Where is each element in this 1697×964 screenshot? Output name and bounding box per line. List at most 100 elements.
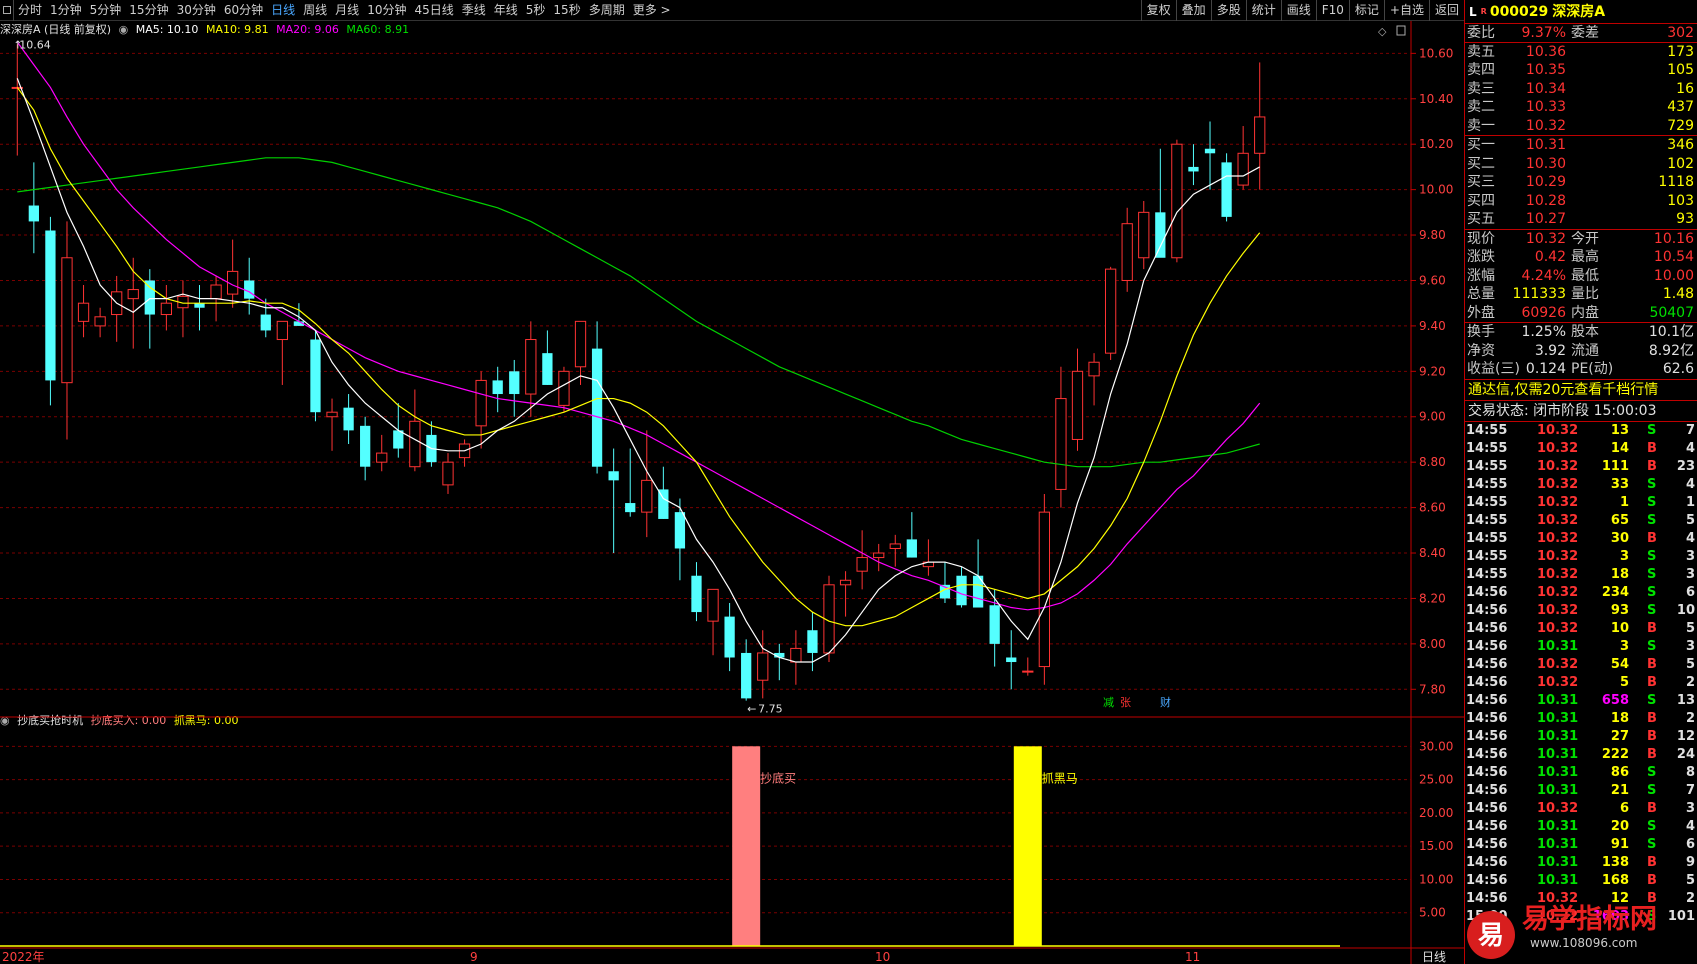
candle[interactable] <box>939 562 951 603</box>
signal-bar[interactable] <box>732 746 761 946</box>
period-tab[interactable]: 1分钟 <box>46 0 86 21</box>
candle[interactable] <box>591 321 603 474</box>
candle[interactable] <box>873 543 885 572</box>
bid-row[interactable]: 买二 10.30 102 <box>1465 155 1697 174</box>
candle[interactable] <box>111 275 123 342</box>
window-icon[interactable] <box>1396 25 1406 36</box>
candle[interactable] <box>1071 348 1084 451</box>
period-indicator[interactable]: 日线 <box>1422 950 1446 964</box>
candle[interactable] <box>227 239 239 308</box>
candle[interactable] <box>956 566 967 608</box>
candle[interactable] <box>28 162 39 254</box>
candle[interactable] <box>45 216 56 406</box>
period-tab[interactable]: 月线 <box>331 0 363 21</box>
candle[interactable] <box>77 285 90 338</box>
period-tab[interactable]: 45日线 <box>410 0 457 21</box>
candle[interactable] <box>922 539 935 576</box>
candle[interactable] <box>724 602 735 672</box>
candle[interactable] <box>475 371 487 449</box>
candle[interactable] <box>1221 153 1232 222</box>
candle[interactable] <box>558 366 570 413</box>
candle[interactable] <box>608 448 619 554</box>
tool-button[interactable]: 复权 <box>1140 0 1176 21</box>
candle[interactable] <box>741 639 752 701</box>
candle[interactable] <box>757 630 769 699</box>
tool-button[interactable]: F10 <box>1315 0 1349 21</box>
event-marker[interactable]: 财 <box>1160 695 1171 709</box>
candle[interactable] <box>1254 62 1266 190</box>
candle[interactable] <box>409 389 421 472</box>
candle[interactable] <box>442 453 454 494</box>
candle[interactable] <box>625 448 636 517</box>
candle[interactable] <box>1055 366 1067 508</box>
candle[interactable] <box>326 398 338 451</box>
candle[interactable] <box>1121 207 1133 292</box>
tool-button[interactable]: 叠加 <box>1175 0 1211 21</box>
candle[interactable] <box>707 588 719 656</box>
diamond-icon[interactable]: ◇ <box>1378 25 1387 38</box>
period-tab[interactable]: 30分钟 <box>173 0 220 21</box>
candle[interactable] <box>509 359 520 417</box>
candle[interactable] <box>839 571 852 617</box>
ask-row[interactable]: 卖三 10.34 16 <box>1465 80 1697 99</box>
candle[interactable] <box>1038 493 1050 685</box>
candle[interactable] <box>1171 139 1183 263</box>
period-tab[interactable]: 更多 > <box>629 0 675 21</box>
candle[interactable] <box>691 562 702 622</box>
candle[interactable] <box>641 430 653 538</box>
period-tab[interactable]: 日线 <box>267 0 299 21</box>
bid-row[interactable]: 买五 10.27 93 <box>1465 210 1697 229</box>
candle[interactable] <box>376 434 388 472</box>
tool-button[interactable]: 多股 <box>1210 0 1246 21</box>
candle[interactable] <box>194 285 205 331</box>
event-marker[interactable]: 张 <box>1120 696 1131 709</box>
candle[interactable] <box>177 280 189 338</box>
candle[interactable] <box>774 643 785 681</box>
menu-icon[interactable] <box>0 0 14 21</box>
bid-row[interactable]: 买一 10.31 346 <box>1465 136 1697 155</box>
candle[interactable] <box>260 298 271 338</box>
period-tab[interactable]: 60分钟 <box>220 0 267 21</box>
candle[interactable] <box>343 394 354 444</box>
candle[interactable] <box>492 366 503 413</box>
tool-button[interactable]: 返回 <box>1428 0 1464 21</box>
candle[interactable] <box>1155 148 1166 258</box>
chart-canvas[interactable]: 10.60 10.40 10.20 10.00 9.80 9.60 9.40 9.20 9.00… <box>0 21 1464 964</box>
period-tab[interactable]: 15秒 <box>549 0 584 21</box>
ask-row[interactable]: 卖四 10.35 105 <box>1465 61 1697 80</box>
candle[interactable] <box>94 307 106 338</box>
candle[interactable] <box>1006 630 1017 690</box>
period-tab[interactable]: 10分钟 <box>363 0 410 21</box>
ask-row[interactable]: 卖一 10.32 729 <box>1465 117 1697 136</box>
period-tab[interactable]: 季线 <box>458 0 490 21</box>
period-tab[interactable]: 年线 <box>490 0 522 21</box>
bid-row[interactable]: 买三 10.29 1118 <box>1465 173 1697 192</box>
upgrade-notice[interactable]: 通达信,仅需20元查看千档行情 <box>1465 380 1697 401</box>
ask-row[interactable]: 卖二 10.33 437 <box>1465 98 1697 117</box>
candle[interactable] <box>244 257 255 315</box>
bid-row[interactable]: 买四 10.28 103 <box>1465 192 1697 211</box>
l-mark[interactable]: L <box>1469 0 1477 24</box>
tick-list[interactable]: 14:55 10.32 13 S 7 14:55 10.32 14 B 4 14:55 10.32 11… <box>1465 422 1697 926</box>
candle[interactable] <box>144 269 155 349</box>
candle[interactable] <box>989 589 1000 667</box>
event-marker[interactable]: 减 <box>1103 696 1114 709</box>
candle[interactable] <box>906 512 917 558</box>
candle[interactable] <box>360 416 371 481</box>
candle[interactable] <box>160 285 173 331</box>
candle[interactable] <box>61 221 73 440</box>
candle[interactable] <box>276 320 288 385</box>
ask-row[interactable]: 卖五 10.36 173 <box>1465 43 1697 62</box>
candle[interactable] <box>11 44 23 156</box>
candle[interactable] <box>674 498 686 581</box>
period-tab[interactable]: 多周期 <box>585 0 629 21</box>
candle[interactable] <box>1204 121 1216 190</box>
tool-button[interactable]: +自选 <box>1383 0 1429 21</box>
tool-button[interactable]: 统计 <box>1245 0 1281 21</box>
candle[interactable] <box>310 330 321 422</box>
period-tab[interactable]: 周线 <box>299 0 331 21</box>
candle[interactable] <box>889 534 901 567</box>
candle[interactable] <box>542 330 553 385</box>
candle[interactable] <box>1104 266 1117 360</box>
signal-bar[interactable] <box>1013 746 1042 946</box>
